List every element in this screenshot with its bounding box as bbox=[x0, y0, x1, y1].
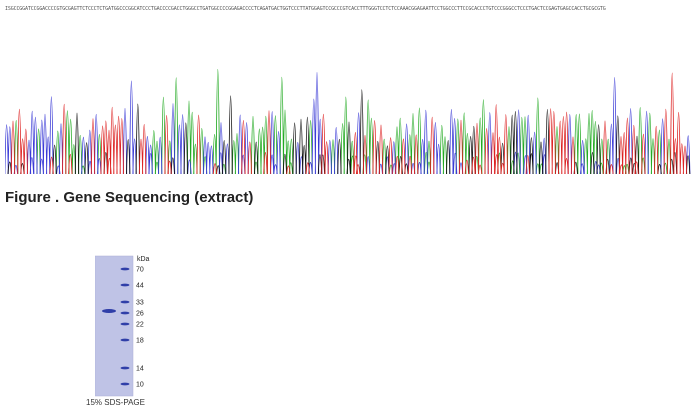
ladder-label: 33 bbox=[136, 300, 144, 307]
ladder-label: 44 bbox=[136, 283, 144, 290]
kda-label: kDa bbox=[137, 256, 150, 263]
ladder-label: 18 bbox=[136, 338, 144, 345]
ladder-label: 70 bbox=[136, 267, 144, 274]
gel-caption: 15% SDS-PAGE bbox=[86, 398, 145, 407]
ladder-band bbox=[120, 322, 130, 326]
gel-lanes-background bbox=[95, 256, 133, 396]
chromatogram-trace bbox=[5, 69, 691, 175]
sample-band bbox=[102, 309, 116, 313]
ladder-label: 22 bbox=[136, 322, 144, 329]
trace-t bbox=[10, 72, 688, 175]
ladder-band bbox=[120, 366, 130, 370]
ladder-band bbox=[120, 300, 130, 304]
ladder-band bbox=[120, 382, 130, 386]
ladder-band bbox=[120, 283, 130, 287]
ladder-band bbox=[120, 338, 130, 342]
figure-caption: Figure . Gene Sequencing (extract) bbox=[5, 189, 254, 206]
ladder-band bbox=[120, 267, 130, 271]
sequence-text: ISGCCGGATCCGGACCCCGTGCGAGTTCTCCCTCTGATGG… bbox=[5, 6, 606, 12]
ladder-label: 26 bbox=[136, 311, 144, 318]
sds-page-gel: kDa 70 44 33 26 22 18 14 10 bbox=[95, 255, 150, 397]
ladder-band bbox=[120, 311, 130, 315]
ladder-label: 10 bbox=[136, 382, 144, 389]
ladder-label: 14 bbox=[136, 366, 144, 373]
